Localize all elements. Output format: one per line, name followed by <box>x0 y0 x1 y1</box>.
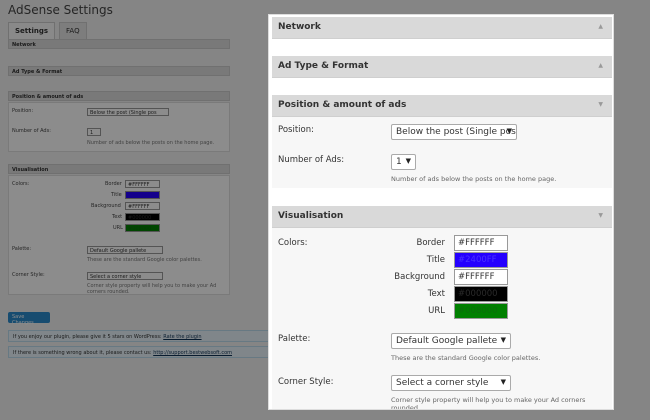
page-title: AdSense Settings <box>8 3 113 17</box>
dropdown-caret-icon: ▼ <box>500 336 506 344</box>
bg-colors-label: Colors: <box>12 181 30 187</box>
save-changes-button[interactable]: Save Changes <box>8 312 50 326</box>
bg-palette-desc: These are the standard Google color pale… <box>87 257 202 263</box>
section-visualisation-title: Visualisation <box>278 211 344 221</box>
bg-section-ad-type[interactable]: Ad Type & Format <box>8 66 230 76</box>
dropdown-caret-icon: ▼ <box>506 127 512 135</box>
color-title-input[interactable]: #2400FF <box>454 252 508 268</box>
palette-select-value: Default Google pallete <box>396 336 498 346</box>
bg-color-name: Border <box>105 181 122 187</box>
bg-number-label: Number of Ads: <box>12 128 51 134</box>
color-url-input[interactable]: #008000 <box>454 303 508 319</box>
color-url-label: URL <box>428 306 445 316</box>
bg-position-label: Position: <box>12 108 34 114</box>
palette-label: Palette: <box>278 334 311 344</box>
expand-arrow-icon: ▼ <box>598 212 603 219</box>
tab-bar: Settings FAQ <box>8 22 87 40</box>
bg-color-input[interactable]: #008000 <box>125 224 160 232</box>
section-position-body: Position: Below the post (Single pos ▼ N… <box>272 117 612 188</box>
bg-panel-visualisation: Colors: Border #FFFFFF Title #2400FF Bac… <box>8 175 230 295</box>
palette-select[interactable]: Default Google pallete ▼ <box>391 333 511 349</box>
colors-label: Colors: <box>278 238 308 248</box>
tab-settings[interactable]: Settings <box>8 22 56 40</box>
bg-color-name: URL <box>113 225 123 231</box>
color-border-label: Border <box>416 238 446 248</box>
tab-faq[interactable]: FAQ <box>59 22 87 40</box>
bg-palette-label: Palette: <box>12 246 32 252</box>
expand-arrow-icon: ▼ <box>598 101 603 108</box>
number-of-ads-select[interactable]: 1 ▼ <box>391 154 416 170</box>
bg-number-desc: Number of ads below the posts on the hom… <box>87 140 215 146</box>
bg-color-name: Text <box>112 214 123 220</box>
bg-corner-select[interactable]: Select a corner style <box>87 272 163 280</box>
dropdown-caret-icon: ▼ <box>405 157 411 165</box>
corner-style-description: Corner style property will help you to m… <box>391 396 586 410</box>
support-notice: If there is something wrong about it, pl… <box>8 346 290 358</box>
corner-style-select-value: Select a corner style <box>396 378 489 388</box>
position-select[interactable]: Below the post (Single pos ▼ <box>391 124 517 140</box>
color-text-input[interactable]: #000000 <box>454 286 508 302</box>
support-link[interactable]: http://support.bestwebsoft.com <box>153 350 232 356</box>
color-border-input[interactable]: #FFFFFF <box>454 235 508 251</box>
color-title-label: Title <box>426 255 445 265</box>
bg-section-network[interactable]: Network <box>8 39 230 49</box>
color-background-label: Background <box>394 272 445 282</box>
rate-notice: If you enjoy our plugin, please give it … <box>8 330 290 342</box>
bg-color-input[interactable]: #FFFFFF <box>125 180 160 188</box>
section-position-header[interactable]: Position & amount of ads ▼ <box>272 95 612 117</box>
color-text-label: Text <box>427 289 445 299</box>
bg-position-select[interactable]: Below the post (Single pos <box>87 108 169 116</box>
position-select-value: Below the post (Single pos <box>396 127 516 137</box>
corner-style-select[interactable]: Select a corner style ▼ <box>391 375 511 391</box>
number-of-ads-value: 1 <box>396 157 402 167</box>
section-visualisation-body: Colors: Border #FFFFFF Title #2400FF Bac… <box>272 228 612 410</box>
bg-corner-label: Corner Style: <box>12 272 45 278</box>
collapse-arrow-icon: ▲ <box>598 62 603 69</box>
palette-description: These are the standard Google color pale… <box>391 354 541 362</box>
bg-section-position[interactable]: Position & amount of ads <box>8 91 230 101</box>
number-of-ads-label: Number of Ads: <box>278 155 345 165</box>
dropdown-caret-icon: ▼ <box>500 378 506 386</box>
bg-color-input[interactable]: #FFFFFF <box>125 202 160 210</box>
section-network-title: Network <box>278 22 321 32</box>
section-ad-type-title: Ad Type & Format <box>278 61 369 71</box>
bg-corner-desc: Corner style property will help you to m… <box>87 283 217 295</box>
number-of-ads-description: Number of ads below the posts on the hom… <box>391 175 557 183</box>
rate-plugin-link[interactable]: Rate the plugin <box>163 334 201 340</box>
zoomed-settings-panel: Network ▲ Ad Type & Format ▲ Position & … <box>268 14 614 410</box>
section-ad-type-header[interactable]: Ad Type & Format ▲ <box>272 56 612 78</box>
bg-color-input[interactable]: #2400FF <box>125 191 160 199</box>
section-position-title: Position & amount of ads <box>278 100 407 110</box>
bg-color-name: Title <box>111 192 122 198</box>
collapse-arrow-icon: ▲ <box>598 23 603 30</box>
color-background-input[interactable]: #FFFFFF <box>454 269 508 285</box>
rate-notice-text: If you enjoy our plugin, please give it … <box>13 334 162 340</box>
bg-color-input[interactable]: #000000 <box>125 213 160 221</box>
position-label: Position: <box>278 125 314 135</box>
bg-number-select[interactable]: 1 <box>87 128 101 136</box>
corner-style-label: Corner Style: <box>278 377 334 387</box>
bg-palette-select[interactable]: Default Google pallete <box>87 246 163 254</box>
section-network-header[interactable]: Network ▲ <box>272 17 612 39</box>
bg-section-visualisation[interactable]: Visualisation <box>8 164 230 174</box>
bg-panel-position: Position: Below the post (Single pos Num… <box>8 102 230 152</box>
section-visualisation-header[interactable]: Visualisation ▼ <box>272 206 612 228</box>
bg-color-name: Background <box>91 203 121 209</box>
support-notice-text: If there is something wrong about it, pl… <box>13 350 152 356</box>
